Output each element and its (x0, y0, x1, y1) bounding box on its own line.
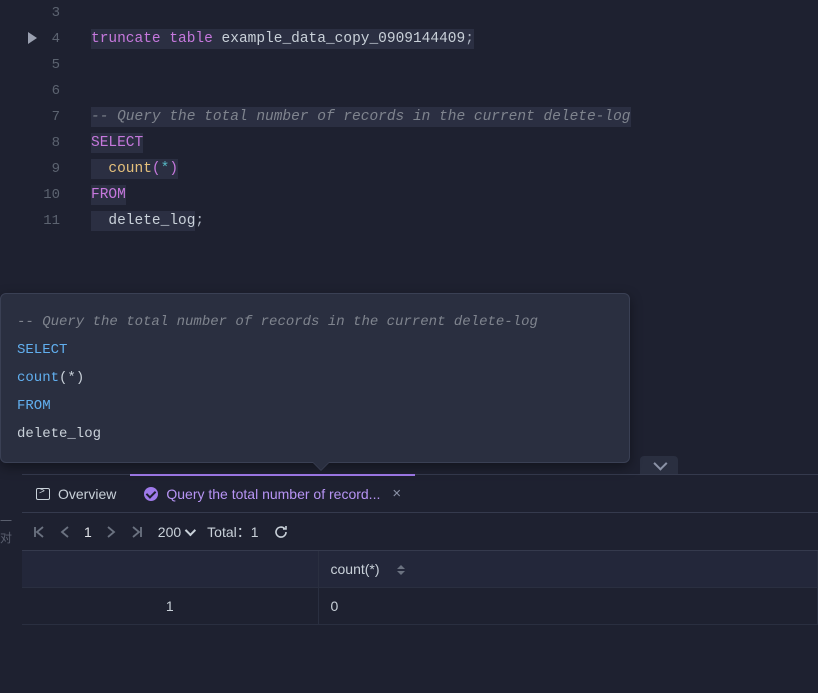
code-line[interactable]: SELECT (75, 130, 818, 156)
refresh-button[interactable] (273, 524, 289, 540)
tooltip-line: FROM (17, 392, 613, 420)
overview-icon (36, 488, 50, 500)
success-check-icon (144, 487, 158, 501)
chevron-down-icon (653, 457, 667, 471)
first-page-button[interactable] (32, 525, 46, 539)
sql-preview-tooltip: -- Query the total number of records in … (0, 293, 630, 463)
results-table: count(*) 10 (22, 551, 818, 625)
total-label: Total：1 (207, 522, 258, 542)
code-line[interactable]: FROM (75, 182, 818, 208)
tooltip-line: count(*) (17, 364, 613, 392)
next-page-button[interactable] (106, 525, 116, 539)
last-page-button[interactable] (130, 525, 144, 539)
code-line[interactable]: delete_log; (75, 208, 818, 234)
collapse-panel-button[interactable] (640, 456, 678, 474)
tab-query-result[interactable]: Query the total number of record... × (130, 475, 415, 512)
tab-overview[interactable]: Overview (22, 475, 130, 512)
line-number: 3 (0, 0, 75, 26)
tooltip-line: SELECT (17, 336, 613, 364)
left-panel-edge-text: 一对 (0, 514, 22, 544)
prev-page-button[interactable] (60, 525, 70, 539)
close-icon[interactable]: × (392, 485, 401, 502)
code-line[interactable]: truncate table example_data_copy_0909144… (75, 26, 818, 52)
results-toolbar: 1 200 Total：1 (22, 513, 818, 551)
tooltip-line: delete_log (17, 420, 613, 448)
row-number-header (22, 551, 318, 588)
sort-icon[interactable] (397, 565, 405, 575)
code-line[interactable]: -- Query the total number of records in … (75, 104, 818, 130)
line-number: 8 (0, 130, 75, 156)
code-line[interactable] (75, 78, 818, 104)
run-line-icon[interactable] (28, 32, 37, 44)
current-page: 1 (84, 524, 92, 540)
line-number: 5 (0, 52, 75, 78)
tooltip-line: -- Query the total number of records in … (17, 308, 613, 336)
line-number: 4 (0, 26, 75, 52)
line-number: 10 (0, 182, 75, 208)
table-row[interactable]: 10 (22, 588, 818, 625)
code-line[interactable]: count(*) (75, 156, 818, 182)
code-line[interactable] (75, 52, 818, 78)
line-number: 9 (0, 156, 75, 182)
code-line[interactable] (75, 0, 818, 26)
page-size-select[interactable]: 200 (158, 524, 193, 540)
cell-count: 0 (318, 588, 818, 625)
row-number-cell: 1 (22, 588, 318, 625)
line-number: 6 (0, 78, 75, 104)
column-header-count[interactable]: count(*) (318, 551, 818, 588)
code-content[interactable]: truncate table example_data_copy_0909144… (75, 0, 818, 290)
tab-overview-label: Overview (58, 486, 116, 502)
line-number: 7 (0, 104, 75, 130)
results-panel: Overview Query the total number of recor… (22, 474, 818, 693)
tab-query-label: Query the total number of record... (166, 486, 380, 502)
line-number: 11 (0, 208, 75, 234)
code-editor[interactable]: 34567891011 truncate table example_data_… (0, 0, 818, 290)
results-tab-bar: Overview Query the total number of recor… (22, 475, 818, 513)
line-number-gutter: 34567891011 (0, 0, 75, 290)
chevron-down-icon (185, 524, 196, 535)
page-size-value: 200 (158, 524, 181, 540)
